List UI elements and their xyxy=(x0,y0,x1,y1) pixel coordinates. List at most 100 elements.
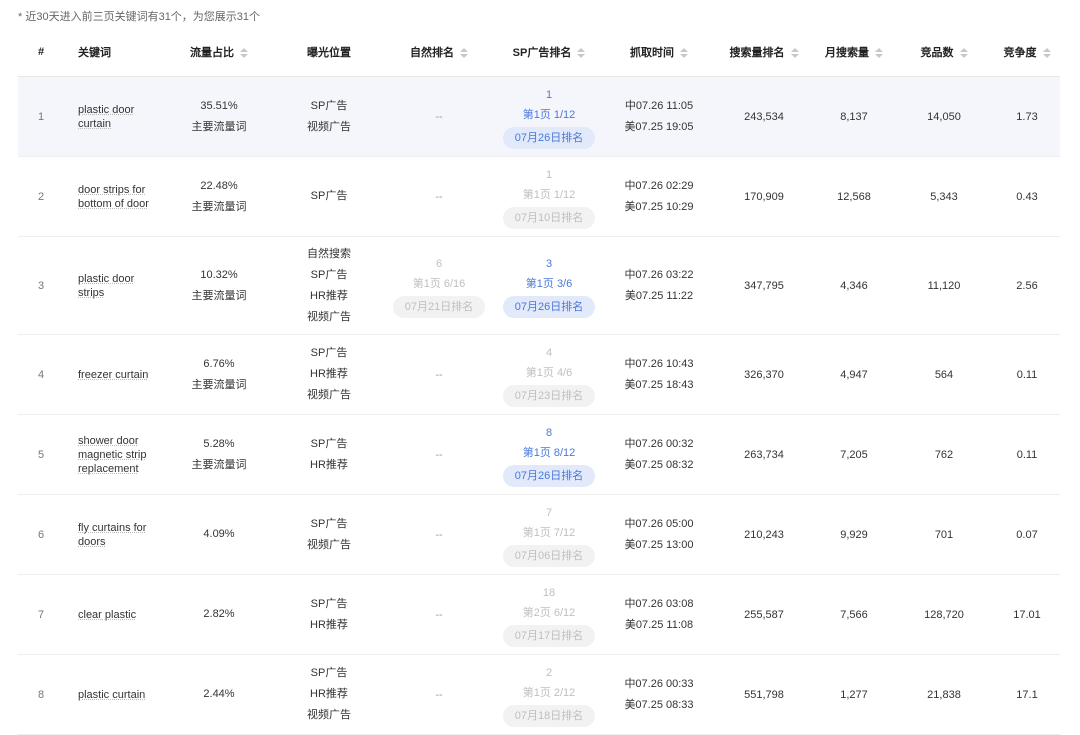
sort-icon[interactable] xyxy=(577,48,586,59)
exposure-cell: SP广告 HR推荐 视频广告 xyxy=(274,334,384,415)
rank-page: 第1页 8/12 xyxy=(522,446,576,459)
sp-rank-cell: 8 第1页 8/12 07月26日排名 xyxy=(494,414,604,495)
table-row[interactable]: 6 fly curtains for doors 4.09% SP广告 视频广告 -- 7 第… xyxy=(18,494,1060,575)
fetch-time-cell: 中07.26 05:00 美07.25 13:00 xyxy=(604,494,714,575)
keyword-link[interactable]: fly curtains for doors xyxy=(78,521,158,549)
sort-icon[interactable] xyxy=(790,48,799,59)
time-cn: 中07.26 10:43 xyxy=(624,357,694,370)
sort-icon[interactable] xyxy=(959,48,968,59)
keyword-cell[interactable]: clear plastic xyxy=(64,574,164,655)
fetch-time-cell: 中07.26 02:29 美07.25 10:29 xyxy=(604,156,714,237)
rank-info: 6 第1页 6/16 07月21日排名 xyxy=(385,254,493,318)
rank-date-badge[interactable]: 07月26日排名 xyxy=(502,464,596,487)
rank-number: 3 xyxy=(545,257,553,270)
rank-date-badge[interactable]: 07月10日排名 xyxy=(502,206,596,229)
rank-date-badge[interactable]: 07月06日排名 xyxy=(502,544,596,567)
rank-number: 18 xyxy=(542,586,556,599)
table-row[interactable]: 8 plastic curtain 2.44% SP广告 HR推荐 视频广告 -- 2 第1页 … xyxy=(18,654,1060,735)
table-row[interactable]: 3 plastic door strips 10.32% 主要流量词 自然搜索 SP广告 H… xyxy=(18,236,1060,335)
keyword-link[interactable]: plastic door strips xyxy=(78,272,158,300)
rank-date-badge[interactable]: 07月26日排名 xyxy=(502,295,596,318)
time-cn: 中07.26 03:22 xyxy=(624,268,694,281)
rank-date-badge[interactable]: 07月26日排名 xyxy=(502,126,596,149)
table-row[interactable]: 4 freezer curtain 6.76% 主要流量词 SP广告 HR推荐 视频广告 --… xyxy=(18,334,1060,415)
rank-info: 3 第1页 3/6 07月26日排名 xyxy=(495,254,603,318)
traffic-tag: 主要流量词 xyxy=(191,120,247,133)
exposure-cell: 自然搜索 SP广告 HR推荐 视频广告 xyxy=(274,236,384,335)
competitors-cell: 762 xyxy=(894,414,994,495)
exposure-tag: 自然搜索 xyxy=(307,247,351,260)
search-rank-cell: 170,909 xyxy=(714,156,814,237)
rank-number: 6 xyxy=(435,257,443,270)
col-monthly-search[interactable]: 月搜索量 xyxy=(814,28,894,77)
col-competition[interactable]: 竞争度 xyxy=(994,28,1060,77)
time-us: 美07.25 08:32 xyxy=(624,458,694,471)
keyword-cell[interactable]: freezer curtain xyxy=(64,334,164,415)
rank-info: 4 第1页 4/6 07月23日排名 xyxy=(495,343,603,407)
row-index: 3 xyxy=(18,236,64,335)
keyword-cell[interactable]: fly curtains for doors xyxy=(64,494,164,575)
rank-date-badge[interactable]: 07月18日排名 xyxy=(502,704,596,727)
exposure-tag: HR推荐 xyxy=(310,289,348,302)
table-row[interactable]: 7 clear plastic 2.82% SP广告 HR推荐 -- 18 第2页 6/12 0… xyxy=(18,574,1060,655)
exposure-cell: SP广告 视频广告 xyxy=(274,76,384,157)
sp-rank-cell: 1 第1页 1/12 07月26日排名 xyxy=(494,76,604,157)
col-fetch-time[interactable]: 抓取时间 xyxy=(604,28,714,77)
empty-rank: -- xyxy=(435,190,443,203)
col-competition-label: 竞争度 xyxy=(1003,47,1037,59)
keyword-cell[interactable]: shower door magnetic strip replacement xyxy=(64,414,164,495)
natural-rank-cell: 6 第1页 6/16 07月21日排名 xyxy=(384,236,494,335)
competitors-cell: 128,720 xyxy=(894,574,994,655)
col-natural-rank[interactable]: 自然排名 xyxy=(384,28,494,77)
col-traffic-share[interactable]: 流量占比 xyxy=(164,28,274,77)
traffic-value: 5.28% xyxy=(203,437,235,450)
col-index: # xyxy=(18,28,64,77)
sort-icon[interactable] xyxy=(460,48,468,59)
row-index: 5 xyxy=(18,414,64,495)
keyword-cell[interactable]: plastic door curtain xyxy=(64,76,164,157)
sort-icon[interactable] xyxy=(1042,48,1051,59)
rank-date-badge[interactable]: 07月21日排名 xyxy=(392,295,486,318)
sort-icon[interactable] xyxy=(240,48,248,59)
monthly-search-cell: 4,346 xyxy=(814,236,894,335)
col-exposure: 曝光位置 xyxy=(274,28,384,77)
exposure-tag: SP广告 xyxy=(310,517,348,530)
rank-date-badge[interactable]: 07月17日排名 xyxy=(502,624,596,647)
monthly-search-cell: 1,277 xyxy=(814,654,894,735)
sort-icon[interactable] xyxy=(680,48,688,59)
search-rank-cell: 243,534 xyxy=(714,76,814,157)
time-us: 美07.25 19:05 xyxy=(624,120,694,133)
col-search-rank[interactable]: 搜索量排名 xyxy=(714,28,814,77)
keyword-link[interactable]: door strips for bottom of door xyxy=(78,183,158,211)
rank-date-badge[interactable]: 07月23日排名 xyxy=(502,384,596,407)
sort-icon[interactable] xyxy=(875,48,883,59)
keyword-cell[interactable]: plastic curtain xyxy=(64,654,164,735)
keyword-link[interactable]: clear plastic xyxy=(78,608,158,622)
sp-rank-cell: 2 第1页 2/12 07月18日排名 xyxy=(494,654,604,735)
row-index: 8 xyxy=(18,654,64,735)
keyword-cell[interactable]: door strips for bottom of door xyxy=(64,156,164,237)
table-row[interactable]: 5 shower door magnetic strip replacement 5… xyxy=(18,414,1060,495)
empty-rank: -- xyxy=(435,448,443,461)
fetch-time-cell: 中07.26 00:33 美07.25 08:33 xyxy=(604,654,714,735)
traffic-cell: 4.09% xyxy=(164,494,274,575)
keyword-link[interactable]: shower door magnetic strip replacement xyxy=(78,434,158,476)
competitors-cell: 564 xyxy=(894,334,994,415)
exposure-cell: SP广告 HR推荐 视频广告 xyxy=(274,654,384,735)
empty-rank: -- xyxy=(435,110,443,123)
col-competitors[interactable]: 竞品数 xyxy=(894,28,994,77)
sp-rank-cell: 3 第1页 3/6 07月26日排名 xyxy=(494,236,604,335)
fetch-time-cell: 中07.26 03:22 美07.25 11:22 xyxy=(604,236,714,335)
empty-rank: -- xyxy=(435,528,443,541)
keyword-cell[interactable]: plastic door strips xyxy=(64,236,164,335)
fetch-time-cell: 中07.26 10:43 美07.25 18:43 xyxy=(604,334,714,415)
exposure-cell: SP广告 xyxy=(274,156,384,237)
keyword-link[interactable]: plastic curtain xyxy=(78,688,158,702)
keyword-link[interactable]: freezer curtain xyxy=(78,368,158,382)
row-index: 2 xyxy=(18,156,64,237)
table-row[interactable]: 2 door strips for bottom of door 22.48% 主要流… xyxy=(18,156,1060,237)
time-us: 美07.25 13:00 xyxy=(624,538,694,551)
col-sp-rank[interactable]: SP广告排名 xyxy=(494,28,604,77)
table-row[interactable]: 1 plastic door curtain 35.51% 主要流量词 SP广告 视频广告… xyxy=(18,76,1060,157)
keyword-link[interactable]: plastic door curtain xyxy=(78,103,158,131)
